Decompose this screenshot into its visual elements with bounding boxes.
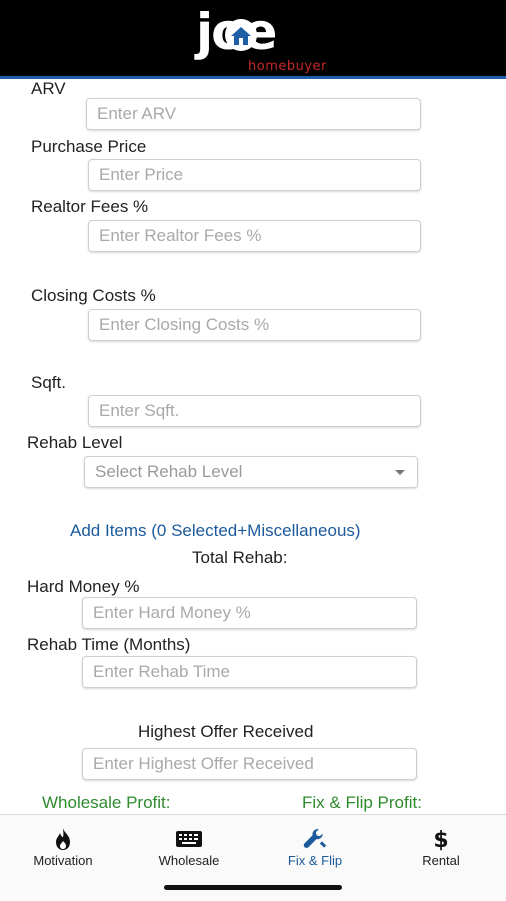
closing-costs-input[interactable]: [89, 310, 420, 340]
realtor-fees-field: [88, 220, 421, 252]
sqft-input[interactable]: [89, 396, 420, 426]
purchase-price-input[interactable]: [89, 160, 420, 190]
logo-subtitle: homebuyer: [248, 59, 327, 74]
dollar-icon: $: [433, 828, 448, 851]
hard-money-field: [82, 597, 417, 629]
tab-motivation-label: Motivation: [33, 853, 93, 868]
tab-motivation[interactable]: Motivation: [0, 815, 126, 875]
fire-icon: [56, 828, 70, 850]
arv-field: [86, 98, 421, 130]
wrench-icon: [303, 829, 327, 848]
home-indicator: [164, 885, 342, 890]
hard-money-input[interactable]: [83, 598, 416, 628]
wholesale-profit-label: Wholesale Profit:: [42, 793, 171, 812]
rehab-level-label: Rehab Level: [27, 433, 123, 452]
chevron-down-icon: [395, 470, 405, 475]
fix-flip-profit-label: Fix & Flip Profit:: [302, 793, 422, 812]
highest-offer-field: [82, 748, 417, 780]
purchase-price-field: [88, 159, 421, 191]
closing-costs-label: Closing Costs %: [31, 286, 156, 305]
realtor-fees-label: Realtor Fees %: [31, 197, 149, 216]
rehab-level-placeholder: Select Rehab Level: [95, 462, 243, 481]
arv-label: ARV: [31, 79, 66, 98]
tab-rental-label: Rental: [422, 853, 460, 868]
sqft-field: [88, 395, 421, 427]
realtor-fees-input[interactable]: [89, 221, 420, 251]
hard-money-label: Hard Money %: [27, 577, 140, 596]
rehab-time-label: Rehab Time (Months): [27, 635, 191, 654]
tab-wholesale-label: Wholesale: [158, 853, 220, 868]
add-items-link[interactable]: Add Items (0 Selected+Miscellaneous): [70, 521, 361, 541]
keyboard-icon: [176, 831, 202, 847]
svg-text:$: $: [433, 828, 448, 851]
tab-rental[interactable]: $ Rental: [378, 815, 504, 875]
rehab-level-select[interactable]: Select Rehab Level: [84, 456, 418, 488]
tab-fix-flip-label: Fix & Flip: [287, 853, 343, 868]
joe-homebuyer-logo: joe homebuyer: [196, 4, 326, 74]
total-rehab-label: Total Rehab:: [192, 548, 288, 567]
rehab-time-input[interactable]: [83, 657, 416, 687]
house-icon: [225, 19, 257, 51]
highest-offer-input[interactable]: [83, 749, 416, 779]
arv-input[interactable]: [87, 99, 420, 129]
app-header: joe homebuyer: [0, 0, 506, 79]
rehab-time-field: [82, 656, 417, 688]
tab-wholesale[interactable]: Wholesale: [126, 815, 252, 875]
highest-offer-label: Highest Offer Received: [138, 722, 314, 741]
closing-costs-field: [88, 309, 421, 341]
sqft-label: Sqft.: [31, 373, 66, 392]
purchase-price-label: Purchase Price: [31, 137, 147, 156]
tab-fix-flip[interactable]: Fix & Flip: [252, 815, 378, 875]
